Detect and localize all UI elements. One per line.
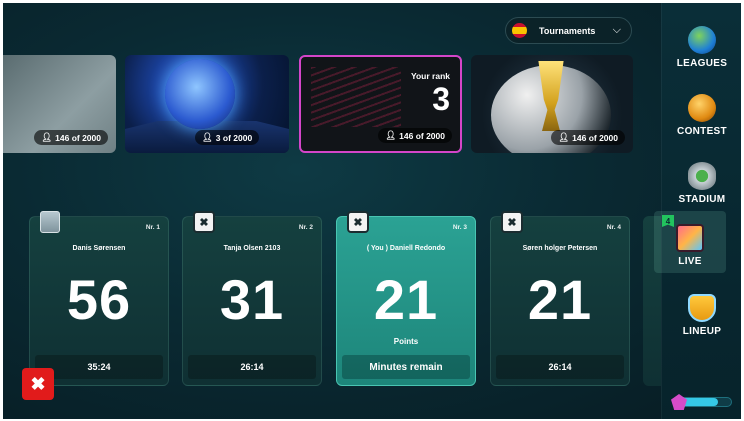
sidebar-item-leagues[interactable]: LEAGUES (662, 13, 741, 75)
user-icon: 👤︎ (558, 132, 570, 142)
participant-count-badge: 👤︎ 146 of 2000 (551, 130, 625, 145)
bot-avatar-icon: ✖ (501, 211, 523, 233)
player-score: 56 (66, 268, 132, 331)
player-card-4[interactable]: ✖ Nr. 4 Søren holger Petersen 21 26:14 (490, 211, 630, 386)
player-time: 26:14 (188, 355, 316, 379)
user-icon: 👤︎ (202, 132, 213, 142)
chevron-down-icon: ⌵ (612, 24, 621, 36)
tv-icon (676, 224, 704, 252)
player-card-1[interactable]: Nr. 1 Danis Sørensen 56 35:24 (29, 211, 169, 386)
player-card-you[interactable]: ✖ Nr. 3 ( You ) Daniell Redondo 21 Point… (336, 211, 476, 386)
tournament-tile-worldcup[interactable]: 👤︎ 146 of 2000 (471, 55, 633, 153)
sidebar-item-live[interactable]: 4 LIVE (654, 211, 726, 273)
close-button[interactable]: ✖ (22, 368, 54, 400)
sidebar-item-label: LINEUP (682, 326, 722, 337)
tournament-tile-1[interactable]: 👤︎ 146 of 2000 (3, 55, 116, 153)
bot-avatar-icon: ✖ (347, 211, 369, 233)
player-rank: Nr. 4 (606, 224, 621, 231)
participant-count-badge: 👤︎ 146 of 2000 (34, 130, 108, 145)
sidebar-item-label: LIVE (678, 256, 702, 267)
ball-icon (688, 94, 716, 122)
minutes-remain-label: Minutes remain (342, 355, 470, 379)
participant-count-badge: 👤︎ 3 of 2000 (195, 130, 260, 145)
sidebar-item-stadium[interactable]: STADIUM (662, 149, 741, 211)
energy-bar (671, 394, 732, 410)
avatar (40, 211, 60, 233)
player-score: 31 (219, 268, 285, 331)
sidebar-item-lineup[interactable]: LINEUP (662, 281, 741, 343)
user-icon: 👤︎ (41, 132, 53, 142)
player-rank: Nr. 2 (298, 224, 313, 231)
sidebar: LEAGUES CONTEST STADIUM 4 LIVE LINEUP (654, 3, 741, 419)
rank-label: Your rank (410, 71, 450, 81)
player-name: Danis Sørensen (72, 245, 126, 252)
sidebar-item-label: CONTEST (677, 126, 727, 137)
tournament-tile-champions[interactable]: 👤︎ 3 of 2000 (125, 55, 289, 153)
player-time: 35:24 (35, 355, 163, 379)
player-time: 26:14 (496, 355, 624, 379)
user-icon: 👤︎ (385, 130, 397, 140)
tile-art (311, 67, 401, 127)
points-label: Points (393, 337, 419, 346)
bot-avatar-icon: ✖ (193, 211, 215, 233)
player-name: ( You ) Daniell Redondo (366, 245, 446, 252)
player-rank: Nr. 3 (452, 224, 467, 231)
participant-count-badge: 👤︎ 146 of 2000 (378, 128, 452, 143)
participant-count: 146 of 2000 (572, 132, 618, 143)
spain-flag-icon (512, 23, 527, 38)
participant-count: 146 of 2000 (55, 132, 101, 143)
sidebar-item-label: STADIUM (678, 194, 726, 205)
app-frame: Tournaments ⌵ 👤︎ 146 of 2000 👤︎ 3 of 200… (3, 3, 741, 419)
live-count-badge: 4 (662, 215, 674, 227)
shield-icon (688, 294, 716, 322)
participant-count: 146 of 2000 (399, 130, 445, 141)
player-card-2[interactable]: ✖ Nr. 2 Tanja Olsen 2103 31 26:14 (182, 211, 322, 386)
globe-icon (688, 26, 716, 54)
player-name: Tanja Olsen 2103 (223, 245, 281, 252)
tournament-dropdown[interactable]: Tournaments ⌵ (505, 17, 632, 44)
player-score: 21 (527, 268, 593, 331)
player-rank: Nr. 1 (145, 224, 160, 231)
sidebar-item-label: LEAGUES (676, 58, 728, 69)
rank-value: 3 (432, 81, 450, 117)
tournament-dropdown-label: Tournaments (539, 25, 596, 36)
stadium-icon (688, 162, 716, 190)
champions-ball-image (165, 59, 235, 129)
sidebar-item-contest[interactable]: CONTEST (662, 81, 741, 143)
player-name: Søren holger Petersen (522, 245, 598, 252)
player-score: 21 (373, 268, 439, 331)
tournament-tile-rank[interactable]: Your rank 3 👤︎ 146 of 2000 (299, 55, 462, 153)
participant-count: 3 of 2000 (215, 132, 253, 143)
gem-icon (671, 394, 687, 410)
